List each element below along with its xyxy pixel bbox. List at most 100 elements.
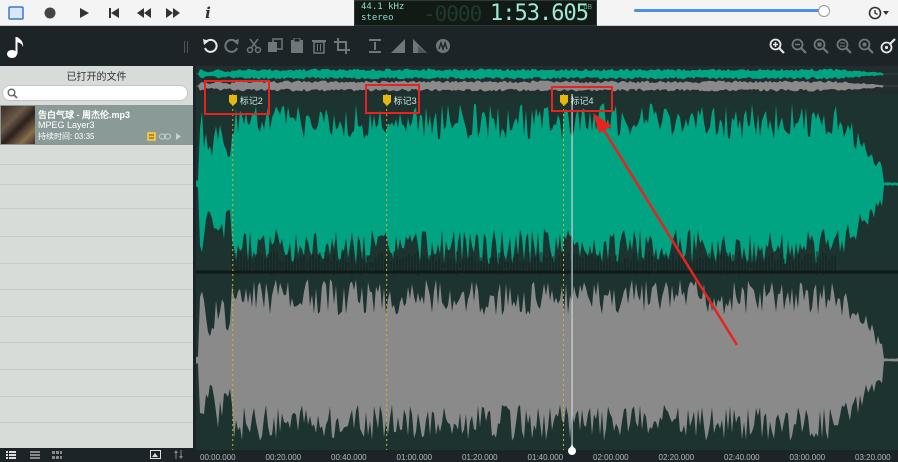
detail-view-icon[interactable] — [30, 451, 40, 459]
crop-icon — [334, 38, 350, 54]
paste-icon — [291, 38, 303, 53]
redo-button[interactable] — [224, 38, 240, 54]
marker-flag-icon — [559, 94, 568, 106]
zoom-settings-icon — [880, 38, 896, 54]
marker-label: 标记3 — [393, 95, 417, 106]
main-waveform[interactable] — [196, 94, 898, 450]
sample-rate: 44.1 kHz — [361, 2, 405, 12]
marker-flag-icon — [228, 94, 237, 106]
panel-title: 已打开的文件 — [66, 72, 127, 83]
marker-2[interactable]: 标记2 — [228, 94, 263, 106]
image-icon[interactable] — [150, 450, 161, 459]
file-search-input[interactable] — [2, 85, 188, 101]
effect-icon — [436, 39, 450, 53]
fast-forward-button[interactable] — [163, 3, 183, 23]
time-display: 44.1 kHz stereo -0000 1:53.605 dB — [354, 0, 597, 26]
volume-slider[interactable] — [634, 5, 831, 17]
crop-button[interactable] — [334, 38, 350, 54]
cut-icon — [246, 38, 262, 54]
paste-button[interactable] — [289, 38, 305, 54]
redo-icon — [224, 38, 239, 53]
file-format: MPEG Layer3 — [38, 120, 95, 130]
undo-button[interactable] — [202, 38, 218, 54]
time-tick-label: 01:40.000 — [527, 453, 564, 462]
current-time: 1:53.605 — [490, 1, 589, 26]
sort-icon[interactable] — [174, 450, 184, 459]
delete-icon — [312, 40, 326, 54]
window-mode-icon — [8, 6, 24, 20]
history-icon — [868, 6, 889, 20]
waveform-editor[interactable]: 标记2 标记3 标记4 00:00.000 00:20.000 00:40.000 01:… — [196, 66, 898, 462]
time-tick-label: 00:40.000 — [331, 453, 367, 462]
panel-footer — [0, 448, 193, 462]
undo-icon — [203, 38, 218, 53]
edit-toolbar — [0, 26, 898, 66]
transport-bar: i 44.1 kHz stereo -0000 1:53.605 dB — [0, 0, 898, 26]
record-icon — [44, 7, 56, 19]
list-view-icon[interactable] — [6, 451, 16, 459]
fade-in-button[interactable] — [390, 38, 406, 54]
open-file-item[interactable]: 告白气球 - 周杰伦.mp3 MPEG Layer3 持续时间: 03:35 — [0, 105, 193, 145]
history-button[interactable] — [866, 3, 894, 23]
fast-forward-icon — [166, 8, 180, 18]
zoom-fit-button[interactable] — [836, 38, 852, 54]
time-tick-label: 02:40.000 — [724, 453, 760, 462]
time-ruler[interactable]: 00:00.000 00:20.000 00:40.000 01:00.000 01:2… — [196, 444, 898, 462]
time-tick-label: 02:20.000 — [658, 453, 695, 462]
zoom-settings-button[interactable] — [880, 38, 896, 54]
copy-icon — [268, 38, 283, 52]
skip-start-button[interactable] — [104, 3, 124, 23]
search-icon — [7, 88, 18, 99]
marker-4[interactable]: 标记4 — [559, 94, 594, 106]
play-button[interactable] — [74, 3, 94, 23]
record-button[interactable] — [40, 3, 60, 23]
grid-view-icon[interactable] — [52, 451, 62, 459]
time-tick-label: 01:00.000 — [396, 453, 433, 462]
album-cover — [1, 106, 35, 144]
normalize-icon — [369, 39, 381, 53]
music-note-icon — [6, 35, 28, 64]
fade-out-icon — [413, 39, 427, 53]
normalize-button[interactable] — [367, 38, 383, 54]
time-tick-label: 03:20.000 — [855, 453, 891, 462]
copy-button[interactable] — [267, 38, 283, 54]
zoom-full-icon — [858, 38, 874, 54]
overview-top-channel — [196, 68, 898, 80]
zoom-selection-button[interactable] — [813, 38, 829, 54]
cut-button[interactable] — [246, 38, 262, 54]
loop-toggle-button[interactable] — [6, 3, 26, 23]
time-tick-label: 00:20.000 — [265, 453, 302, 462]
overview-bottom-channel — [196, 80, 898, 92]
zoom-out-button[interactable] — [791, 38, 807, 54]
playhead-handle-icon[interactable] — [567, 444, 577, 456]
delete-button[interactable] — [311, 38, 327, 54]
fade-out-button[interactable] — [412, 38, 428, 54]
volume-knob[interactable] — [818, 5, 831, 17]
time-tick-label: 01:20.000 — [462, 453, 498, 462]
overview-waveform[interactable] — [196, 66, 898, 94]
toolbar-grip — [184, 41, 188, 53]
file-info-icon[interactable] — [147, 132, 156, 141]
zoom-fit-icon — [836, 38, 852, 54]
marker-label: 标记2 — [239, 95, 263, 106]
info-button[interactable]: i — [198, 3, 218, 23]
rewind-button[interactable] — [134, 3, 154, 23]
rewind-icon — [137, 8, 151, 18]
play-icon — [80, 8, 89, 18]
expand-arrow-icon[interactable] — [174, 132, 182, 141]
marker-3[interactable]: 标记3 — [382, 94, 417, 106]
zoom-full-button[interactable] — [858, 38, 874, 54]
zoom-selection-icon — [813, 38, 829, 54]
zoom-in-button[interactable] — [769, 38, 785, 54]
zoom-out-icon — [791, 38, 807, 54]
marker-label: 标记4 — [570, 95, 594, 106]
fade-in-icon — [391, 39, 405, 53]
link-icon[interactable] — [159, 132, 171, 141]
time-tick-label: 02:00.000 — [593, 453, 629, 462]
db-label: dB — [583, 4, 592, 11]
volume-fill — [634, 9, 825, 12]
skip-start-icon — [109, 8, 119, 18]
effect-button[interactable] — [435, 38, 451, 54]
zoom-in-icon — [769, 38, 785, 54]
audio-editor-window: i 44.1 kHz stereo -0000 1:53.605 dB 已打开的… — [0, 0, 898, 462]
